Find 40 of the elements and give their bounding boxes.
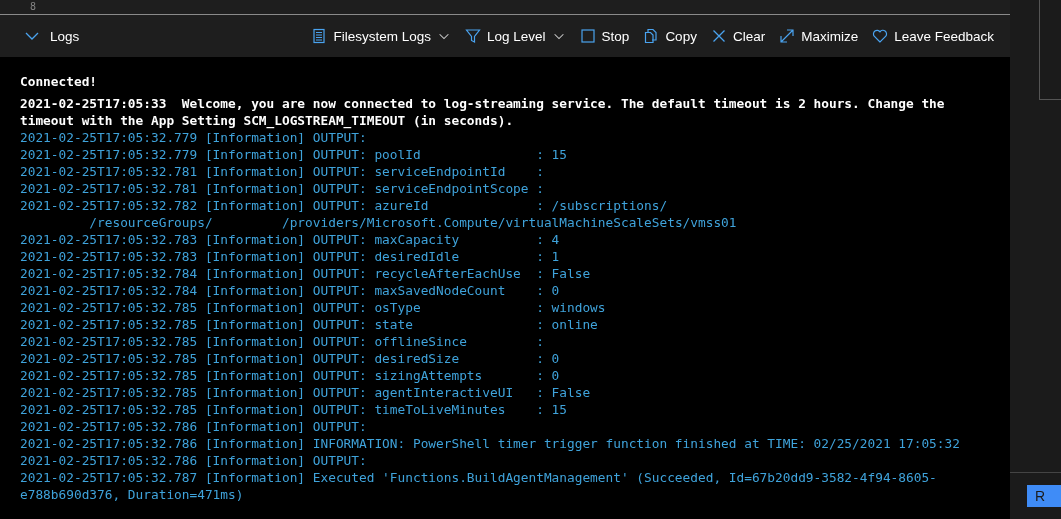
log-line: /resourceGroups/ /providers/Microsoft.Compute/virtualMachineScaleSets/vmss01 bbox=[88, 214, 738, 231]
document-icon bbox=[311, 28, 328, 44]
log-line: 2021-02-25T17:05:32.785 [Information] OUTPUT: desiredSize : 0 bbox=[20, 350, 561, 367]
line-number: 8 bbox=[30, 0, 37, 13]
log-line: 2021-02-25T17:05:32.784 [Information] OUTPUT: recycleAfterEachUse : False bbox=[20, 265, 592, 282]
log-line: 2021-02-25T17:05:32.781 [Information] OUTPUT: serviceEndpointId : bbox=[20, 163, 545, 180]
log-line: 2021-02-25T17:05:32.786 [Information] OUTPUT: bbox=[20, 418, 368, 435]
log-line: 2021-02-25T17:05:32.783 [Information] OUTPUT: desiredIdle : 1 bbox=[20, 248, 561, 265]
log-line: 2021-02-25T17:05:32.785 [Information] OUTPUT: sizingAttempts : 0 bbox=[20, 367, 561, 384]
log-line: 2021-02-25T17:05:32.785 [Information] OUTPUT: offlineSince : bbox=[20, 333, 545, 350]
log-line: 2021-02-25T17:05:32.779 [Information] OUTPUT: poolId : 15 bbox=[20, 146, 568, 163]
toolbar-action[interactable]: Log Level bbox=[459, 24, 572, 48]
logs-toggle[interactable]: Logs bbox=[18, 24, 86, 48]
log-line: 2021-02-25T17:05:32.783 [Information] OUTPUT: maxCapacity : 4 bbox=[20, 231, 561, 248]
heart-icon bbox=[872, 28, 889, 44]
log-line: 2021-02-25T17:05:32.787 [Information] Executed 'Functions.BuildAgentManagement' (Succeeded, Id=67b20dd9-3582-4f94-8605-e788b690d376, Duration=471ms) bbox=[20, 469, 938, 503]
toolbar-action[interactable]: Maximize bbox=[773, 24, 865, 48]
toolbar-action[interactable]: Clear bbox=[704, 24, 772, 48]
toolbar-action[interactable]: Filesystem Logs bbox=[305, 24, 458, 48]
log-line: 2021-02-25T17:05:32.784 [Information] OUTPUT: maxSavedNodeCount : 0 bbox=[20, 282, 561, 299]
log-line: 2021-02-25T17:05:32.781 [Information] OUTPUT: serviceEndpointScope : bbox=[20, 180, 545, 197]
log-line: 2021-02-25T17:05:32.785 [Information] OUTPUT: state : online bbox=[20, 316, 599, 333]
log-line: 2021-02-25T17:05:33 Welcome, you are now connected to log-streaming service. The default timeout is 2 hours. Change the timeout with the App Setting SCM_LOGSTREAM_TIMEOUT (in seconds). bbox=[20, 95, 946, 129]
toolbar-action[interactable]: Leave Feedback bbox=[866, 24, 1000, 48]
log-line: 2021-02-25T17:05:32.779 [Information] OUTPUT: bbox=[20, 129, 368, 146]
log-line: 2021-02-25T17:05:32.786 [Information] INFORMATION: PowerShell timer trigger function finished at TIME: 02/25/2021 17:05:32 bbox=[20, 435, 961, 452]
log-line: 2021-02-25T17:05:32.785 [Information] OUTPUT: agentInteractiveUI : False bbox=[20, 384, 592, 401]
connection-status: Connected! bbox=[20, 73, 98, 90]
log-line: 2021-02-25T17:05:32.785 [Information] OUTPUT: osType : windows bbox=[20, 299, 607, 316]
close-icon bbox=[710, 28, 727, 44]
log-line: 2021-02-25T17:05:32.782 [Information] OUTPUT: azureId : /subscriptions/ bbox=[20, 197, 669, 214]
copy-icon bbox=[643, 28, 660, 44]
square-icon bbox=[579, 28, 596, 44]
toolbar-action[interactable]: Copy bbox=[637, 24, 703, 48]
expand-arrow-icon bbox=[779, 28, 796, 44]
log-line: 2021-02-25T17:05:32.785 [Information] OUTPUT: timeToLiveMinutes : 15 bbox=[20, 401, 568, 418]
log-line: 2021-02-25T17:05:32.786 [Information] OUTPUT: bbox=[20, 452, 368, 469]
toolbar-action[interactable]: Stop bbox=[573, 24, 636, 48]
primary-button[interactable]: R bbox=[1027, 485, 1061, 507]
filter-icon bbox=[465, 28, 482, 44]
